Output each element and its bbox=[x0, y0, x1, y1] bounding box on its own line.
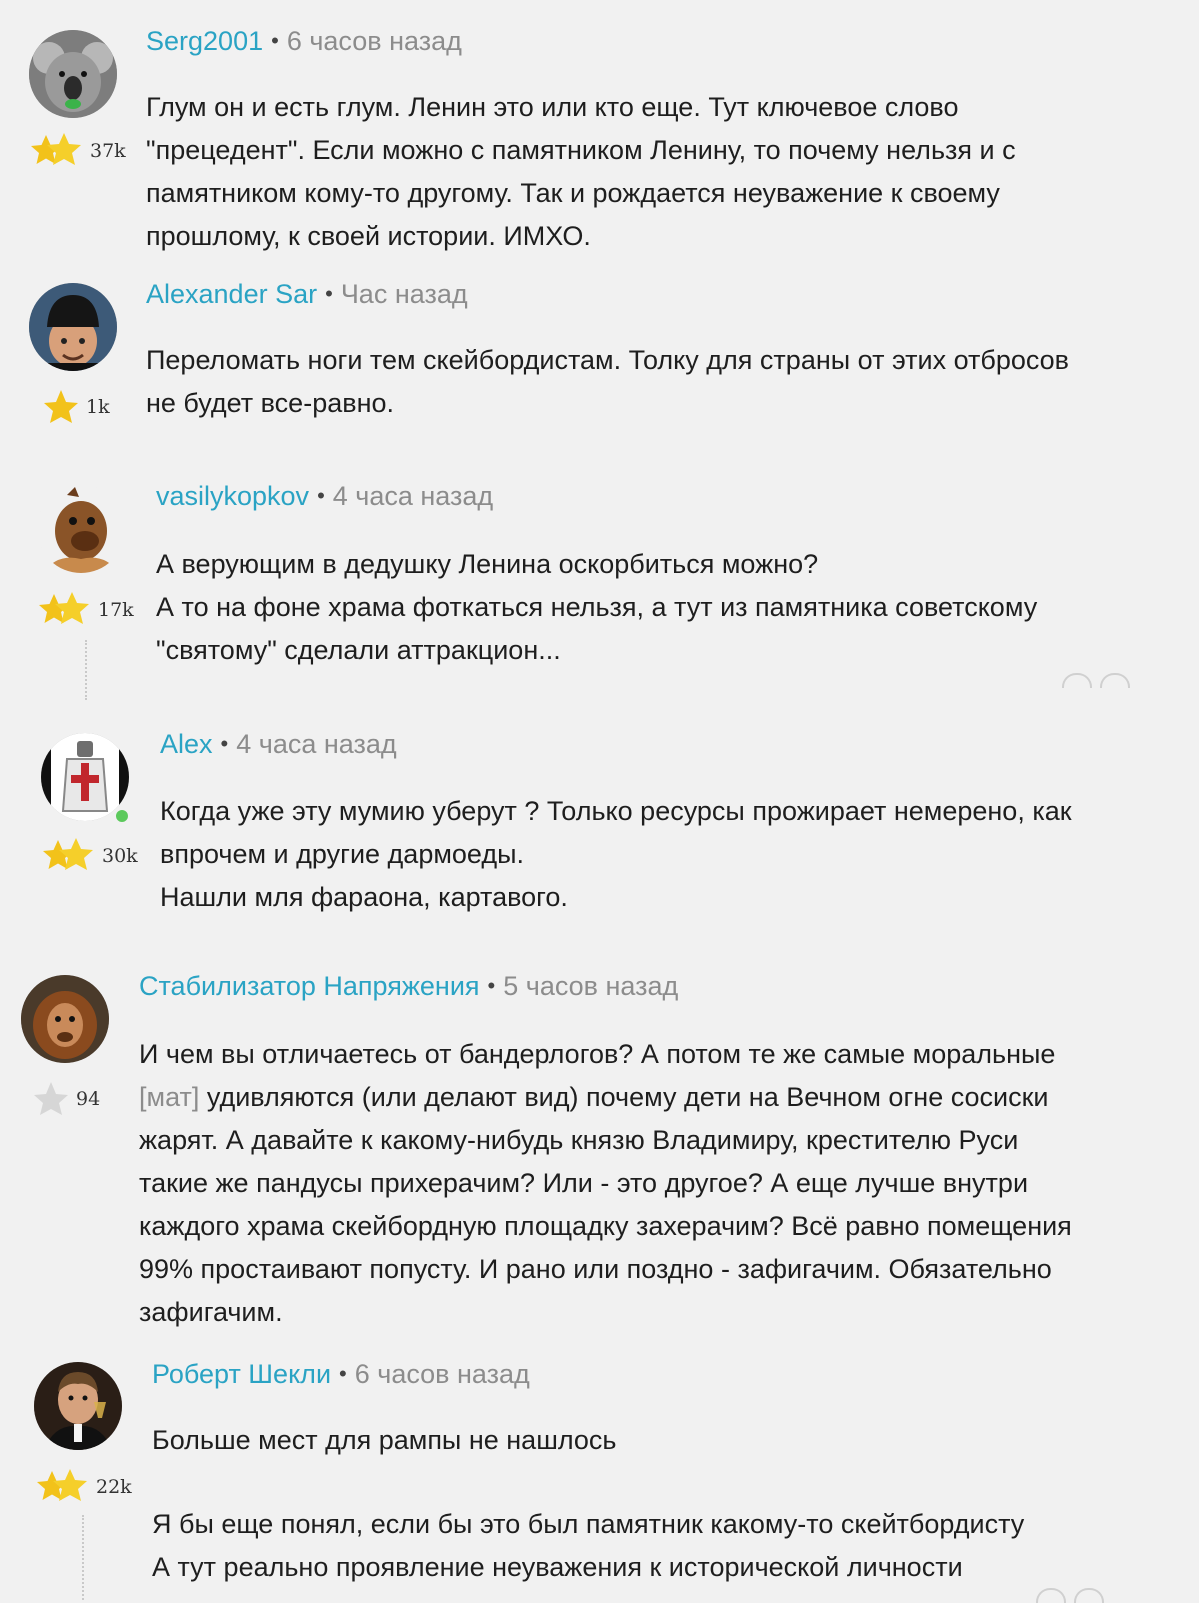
vote-icons bbox=[1036, 1588, 1104, 1603]
author-link[interactable]: Роберт Шекли bbox=[152, 1359, 331, 1389]
timestamp[interactable]: 6 часов назад bbox=[355, 1359, 530, 1389]
rating: 30k bbox=[40, 836, 138, 876]
rating: 22k bbox=[34, 1467, 132, 1507]
rating: 1k bbox=[42, 387, 110, 427]
vote-down-icon[interactable] bbox=[1100, 673, 1130, 688]
knight-avatar-icon bbox=[41, 733, 129, 821]
author-link[interactable]: Serg2001 bbox=[146, 26, 263, 56]
comment-text: А верующим в дедушку Ленина оскорбиться … bbox=[156, 549, 1038, 665]
separator-dot: • bbox=[220, 731, 229, 756]
timestamp[interactable]: 6 часов назад bbox=[287, 26, 462, 56]
online-status-dot bbox=[114, 808, 130, 824]
timestamp[interactable]: 4 часа назад bbox=[333, 481, 493, 511]
author-link[interactable]: Alexander Sar bbox=[146, 279, 317, 309]
comment-text: Когда уже эту мумию уберут ? Только ресу… bbox=[160, 796, 1072, 912]
two-stars-icon bbox=[37, 1469, 87, 1501]
separator-dot: • bbox=[487, 973, 496, 998]
man-with-glass-avatar-icon bbox=[34, 1362, 122, 1450]
koala-avatar-icon bbox=[29, 30, 117, 118]
star-icon bbox=[34, 1082, 68, 1115]
comment-text: Больше мест для рампы не нашлось bbox=[152, 1425, 617, 1455]
thread-line bbox=[85, 640, 87, 700]
timestamp[interactable]: Час назад bbox=[341, 279, 468, 309]
author-link[interactable]: vasilykopkov bbox=[156, 481, 309, 511]
separator-dot: • bbox=[271, 28, 279, 53]
rating-count: 22k bbox=[96, 1476, 132, 1498]
separator-dot: • bbox=[339, 1361, 347, 1386]
avatar[interactable] bbox=[29, 30, 117, 118]
orangutan-avatar-icon bbox=[21, 975, 109, 1063]
rating-count: 17k bbox=[98, 599, 134, 621]
alf-avatar-icon bbox=[37, 485, 125, 573]
vote-icons bbox=[1062, 673, 1130, 688]
comment-meta: Роберт Шекли • 6 часов назад bbox=[152, 1359, 530, 1390]
avatar[interactable] bbox=[41, 733, 129, 821]
vote-up-icon[interactable] bbox=[1036, 1588, 1066, 1603]
man-in-hat-avatar-icon bbox=[29, 283, 117, 371]
rating-count: 94 bbox=[76, 1088, 101, 1110]
avatar[interactable] bbox=[21, 975, 109, 1063]
avatar[interactable] bbox=[34, 1362, 122, 1450]
rating: 37k bbox=[28, 131, 126, 171]
censored-mat-tag: [мат] bbox=[139, 1082, 200, 1112]
two-stars-icon bbox=[43, 838, 93, 870]
rating-count: 30k bbox=[102, 845, 138, 867]
vote-up-icon[interactable] bbox=[1062, 673, 1092, 688]
separator-dot: • bbox=[325, 281, 333, 306]
comment-meta: Стабилизатор Напряжения • 5 часов назад bbox=[139, 971, 678, 1002]
comment-meta: Alex • 4 часа назад bbox=[160, 729, 397, 760]
avatar[interactable] bbox=[37, 485, 125, 573]
author-link[interactable]: Alex bbox=[160, 729, 213, 759]
thread-line bbox=[82, 1515, 84, 1600]
timestamp[interactable]: 4 часа назад bbox=[236, 729, 396, 759]
comment-text: Глум он и есть глум. Ленин это или кто е… bbox=[146, 92, 1016, 251]
comment-meta: Serg2001 • 6 часов назад bbox=[146, 26, 462, 57]
timestamp[interactable]: 5 часов назад bbox=[503, 971, 678, 1001]
rating-count: 37k bbox=[90, 140, 126, 162]
separator-dot: • bbox=[317, 483, 325, 508]
comment-text: Переломать ноги тем скейбордистам. Толку… bbox=[146, 345, 1070, 418]
rating-count: 1k bbox=[86, 396, 110, 418]
star-icon bbox=[44, 390, 78, 423]
comment-text: И чем вы отличаетесь от бандерлогов? А п… bbox=[139, 1039, 1072, 1327]
vote-down-icon[interactable] bbox=[1074, 1588, 1104, 1603]
avatar[interactable] bbox=[29, 283, 117, 371]
comment-meta: vasilykopkov • 4 часа назад bbox=[156, 481, 493, 512]
rating: 94 bbox=[32, 1079, 100, 1119]
author-link[interactable]: Стабилизатор Напряжения bbox=[139, 971, 480, 1001]
two-stars-icon bbox=[39, 592, 89, 624]
rating: 17k bbox=[36, 590, 134, 630]
comment-meta: Alexander Sar • Час назад bbox=[146, 279, 468, 310]
two-stars-icon bbox=[31, 133, 81, 165]
comment-text-continued: Я бы еще понял, если бы это был памятник… bbox=[152, 1509, 1025, 1582]
